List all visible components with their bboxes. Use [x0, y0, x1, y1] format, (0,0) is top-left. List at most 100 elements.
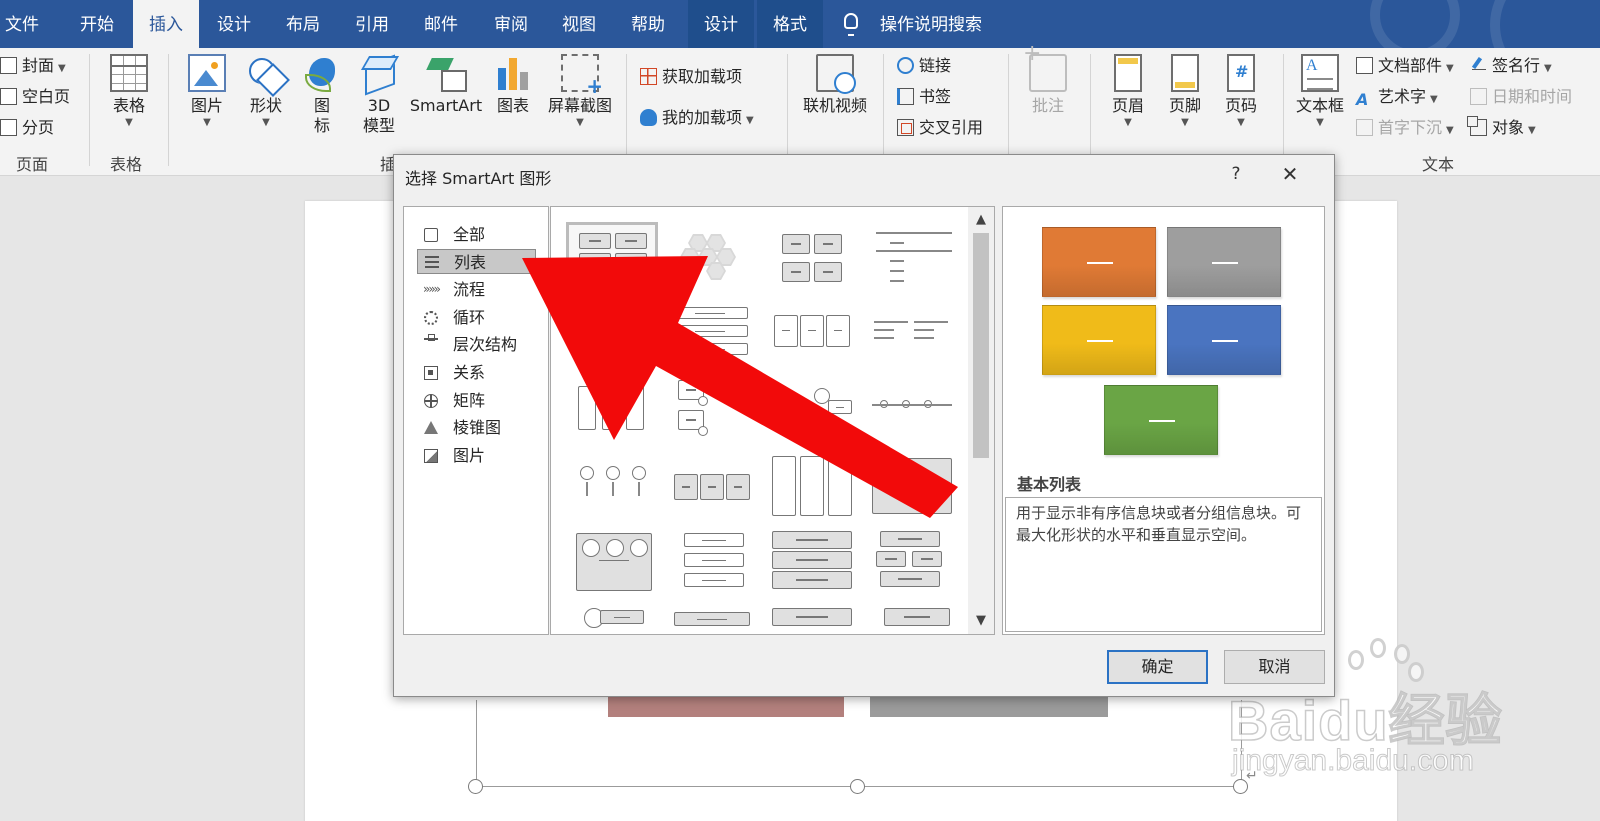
layout-circle-list[interactable] [766, 372, 858, 442]
hierarchy-icon [424, 334, 438, 352]
wordart-button[interactable]: A 艺术字 ▼ [1356, 85, 1438, 109]
lightbulb-icon [844, 13, 858, 36]
layout-line-bullets[interactable] [866, 372, 958, 442]
tab-review[interactable]: 审阅 [478, 0, 544, 48]
layout-grouped-blocks[interactable] [766, 222, 858, 292]
tab-layout[interactable]: 布局 [270, 0, 336, 48]
tab-smartart-design[interactable]: 设计 [688, 0, 754, 48]
category-relationship[interactable]: 关系 [417, 360, 536, 385]
shapes-button[interactable]: 形状 ▼ [243, 54, 289, 130]
resize-handle[interactable] [850, 779, 865, 794]
layout-chevron-blocks[interactable] [666, 452, 758, 522]
gallery-scrollbar[interactable]: ▲ ▼ [968, 207, 994, 634]
quick-parts-button[interactable]: 文档部件 ▼ [1356, 54, 1454, 78]
tell-me-search[interactable]: 操作说明搜索 [880, 0, 982, 48]
resize-handle[interactable] [468, 779, 483, 794]
screenshot-button[interactable]: 屏幕截图▼ [544, 54, 616, 130]
preview-block-yellow [1042, 305, 1156, 375]
layout-basic-list[interactable] [566, 222, 658, 292]
layout-vertical-boxes[interactable] [566, 372, 658, 442]
dropdown-arrow-icon: ▼ [1446, 125, 1454, 136]
layout-hexagon-cluster[interactable] [666, 222, 758, 292]
layout-chevron-list[interactable] [866, 602, 958, 634]
picture-icon [424, 449, 438, 463]
ribbon-tab-bar: 文件 开始 插入 设计 布局 引用 邮件 审阅 视图 帮助 设计 格式 操作说明… [0, 0, 1600, 48]
shapes-icon [247, 54, 285, 92]
date-time-button[interactable]: 日期和时间 [1470, 85, 1572, 109]
tab-view[interactable]: 视图 [546, 0, 612, 48]
layout-lined-list[interactable] [866, 222, 958, 292]
layout-bulleted-blocks[interactable] [766, 297, 858, 367]
bookmark-button[interactable]: 书签 [897, 85, 951, 109]
picture-button[interactable]: 图片 ▼ [184, 54, 230, 130]
header-icon [1114, 54, 1142, 92]
category-pyramid[interactable]: 棱锥图 [417, 415, 536, 440]
dropdown-arrow-icon: ▼ [576, 117, 584, 128]
textbox-button[interactable]: 文本框▼ [1292, 54, 1348, 130]
tab-insert[interactable]: 插入 [133, 0, 199, 48]
category-process[interactable]: 流程 [417, 277, 536, 302]
cover-page-button[interactable]: 封面 ▼ [0, 54, 66, 78]
blank-page-button[interactable]: 空白页 [0, 85, 70, 109]
preview-block-gray [1167, 227, 1281, 297]
tab-help[interactable]: 帮助 [615, 0, 681, 48]
icons-button[interactable]: 图标 [300, 54, 344, 136]
smartart-dialog: 选择 SmartArt 图形 ? ✕ 全部 列表 流程 循环 层次结构 关系 矩… [393, 154, 1335, 697]
layout-stacked-columns[interactable] [766, 452, 858, 522]
tab-format[interactable]: 格式 [757, 0, 823, 48]
category-hierarchy[interactable]: 层次结构 [417, 332, 536, 357]
calendar-icon [1470, 88, 1487, 105]
category-list-item[interactable]: 列表 [417, 249, 536, 274]
table-button[interactable]: 表格 ▼ [104, 54, 154, 130]
cross-reference-button[interactable]: 交叉引用 [897, 116, 983, 140]
3d-models-button[interactable]: 3D 模型 [355, 54, 403, 136]
cancel-button[interactable]: 取消 [1224, 650, 1325, 684]
online-video-button[interactable]: 联机视频 [800, 54, 870, 116]
scroll-up-icon[interactable]: ▲ [968, 209, 994, 231]
drop-cap-button[interactable]: 首字下沉 ▼ [1356, 116, 1454, 140]
chart-button[interactable]: 图表 [490, 54, 536, 116]
footer-icon [1171, 54, 1199, 92]
tab-design[interactable]: 设计 [201, 0, 267, 48]
category-all[interactable]: 全部 [417, 222, 536, 247]
layout-picture-callouts[interactable] [666, 372, 758, 442]
scroll-down-icon[interactable]: ▼ [968, 610, 994, 632]
category-picture[interactable]: 图片 [417, 443, 536, 468]
layout-bullet-rows[interactable] [766, 602, 858, 634]
layout-picture-strips[interactable] [566, 527, 658, 597]
my-addins-button[interactable]: 我的加载项 ▼ [640, 106, 754, 130]
tab-references[interactable]: 引用 [339, 0, 405, 48]
dialog-title: 选择 SmartArt 图形 [405, 169, 552, 188]
header-button[interactable]: 页眉 ▼ [1105, 54, 1151, 130]
category-cycle[interactable]: 循环 [417, 305, 536, 330]
object-icon [1467, 116, 1487, 136]
page-number-button[interactable]: 页码▼ [1218, 54, 1264, 130]
tab-file[interactable]: 文件 [0, 0, 44, 48]
group-separator [626, 54, 627, 166]
layout-tab-list[interactable] [666, 527, 758, 597]
ok-button[interactable]: 确定 [1107, 650, 1208, 684]
layout-horizontal-bullets[interactable] [866, 297, 958, 367]
tab-home[interactable]: 开始 [64, 0, 130, 48]
link-button[interactable]: 链接 [897, 54, 951, 78]
layout-segmented-bars[interactable] [666, 602, 758, 634]
pyramid-icon [424, 421, 438, 434]
signature-line-button[interactable]: 签名行 ▼ [1470, 54, 1552, 78]
object-button[interactable]: 对象 ▼ [1467, 116, 1536, 140]
page-break-button[interactable]: 分页 [0, 116, 54, 140]
layout-vertical-bullet-list[interactable] [766, 527, 858, 597]
footer-button[interactable]: 页脚 ▼ [1162, 54, 1208, 130]
get-addins-button[interactable]: 获取加载项 [640, 65, 742, 89]
layout-staggered-blocks[interactable] [866, 527, 958, 597]
layout-circle-accent-list[interactable] [566, 602, 658, 634]
scrollbar-thumb[interactable] [973, 233, 989, 458]
layout-half-circle-list[interactable] [566, 452, 658, 522]
close-button[interactable]: ✕ [1276, 161, 1304, 187]
comment-button[interactable]: 批注 [1023, 44, 1071, 116]
help-button[interactable]: ? [1224, 161, 1248, 187]
smartart-button[interactable]: SmartArt [408, 54, 484, 116]
layout-stacked-bars[interactable] [666, 297, 758, 367]
layout-table-columns[interactable] [866, 452, 958, 522]
tab-mailings[interactable]: 邮件 [408, 0, 474, 48]
category-matrix[interactable]: 矩阵 [417, 388, 536, 413]
